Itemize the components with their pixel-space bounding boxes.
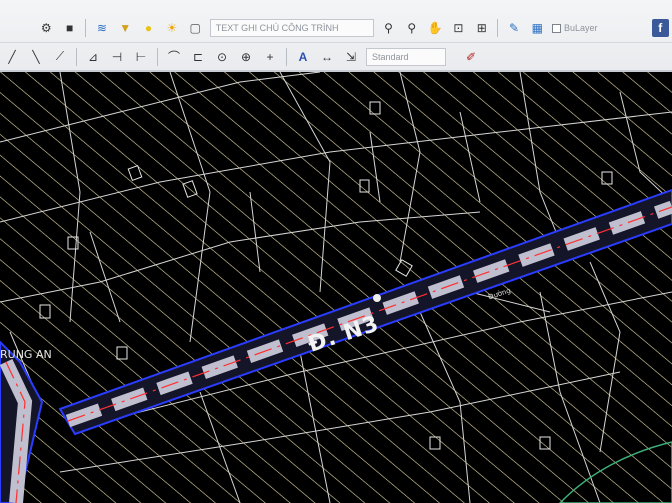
- road-marker-icon: [373, 294, 381, 302]
- layers-icon[interactable]: ≋: [93, 19, 110, 37]
- bylayer-label: BuLayer: [563, 23, 598, 33]
- checkbox-box[interactable]: [551, 23, 561, 33]
- pan-icon[interactable]: ✋: [426, 19, 443, 37]
- dim-style-value: Standard: [372, 51, 409, 62]
- hatch-fill: [0, 72, 672, 503]
- line-icon[interactable]: ╱: [3, 48, 21, 66]
- drawing-canvas[interactable]: Đ. N3 RUNG AN Đường: [0, 72, 672, 503]
- settings-icon[interactable]: ⚙: [38, 19, 55, 37]
- layer-state-icon[interactable]: ▦: [529, 19, 546, 37]
- polyline-icon[interactable]: ╲: [27, 48, 45, 66]
- toolbar-row-top: ⚙ ■ ≋ ▼ ● ☀ ▢ TEXT GHI CHÚ CÔNG TRÌNH ⚲ …: [0, 14, 672, 42]
- text-style-value: TEXT GHI CHÚ CÔNG TRÌNH: [215, 23, 339, 33]
- trim-icon[interactable]: ⊣: [108, 48, 126, 66]
- bylayer-checkbox[interactable]: BuLayer: [551, 23, 598, 33]
- facebook-icon[interactable]: f: [651, 19, 669, 37]
- text-icon[interactable]: A: [294, 48, 312, 66]
- lock-icon[interactable]: ▢: [186, 19, 203, 37]
- pencil-icon[interactable]: ✐: [462, 48, 480, 66]
- zoom-in-icon[interactable]: ⚲: [380, 19, 397, 37]
- dim-style-combo[interactable]: Standard: [366, 47, 446, 66]
- block-icon[interactable]: ■: [61, 19, 78, 37]
- street-name-label: RUNG AN: [0, 348, 52, 361]
- sun-icon[interactable]: ☀: [163, 19, 180, 37]
- cad-drawing[interactable]: [0, 72, 672, 503]
- cad-toolbar: ⚙ ■ ≋ ▼ ● ☀ ▢ TEXT GHI CHÚ CÔNG TRÌNH ⚲ …: [0, 0, 672, 72]
- toolbar-row-bottom: ╱ ╲ ⟋ ⊿ ⊣ ⊢ ⌒ ⊏ ⊙ ⊕ + A ↔ ⇲ Standard ✐: [0, 42, 672, 70]
- extend-icon[interactable]: ⊢: [132, 48, 150, 66]
- break-icon[interactable]: ⊏: [189, 48, 207, 66]
- move-icon[interactable]: ⊙: [213, 48, 231, 66]
- plus-icon[interactable]: +: [261, 48, 279, 66]
- paint-bucket-icon[interactable]: ▼: [117, 19, 134, 37]
- text-style-combo[interactable]: TEXT GHI CHÚ CÔNG TRÌNH: [209, 19, 374, 37]
- bulb-icon[interactable]: ●: [140, 19, 157, 37]
- match-properties-icon[interactable]: ✎: [505, 19, 522, 37]
- fillet-icon[interactable]: ⌒: [165, 48, 183, 66]
- toolbar-separator: [76, 47, 77, 66]
- offset-icon[interactable]: ⊿: [84, 48, 102, 66]
- toolbar-separator: [157, 47, 158, 66]
- measure-icon[interactable]: ⟋: [51, 48, 69, 66]
- zoom-extents-icon[interactable]: ⊞: [473, 19, 490, 37]
- toolbar-separator: [286, 47, 287, 66]
- zoom-out-icon[interactable]: ⚲: [403, 19, 420, 37]
- toolbar-separator: [497, 19, 499, 37]
- toolbar-separator: [85, 19, 87, 37]
- point-icon[interactable]: ⊕: [237, 48, 255, 66]
- dimension-icon[interactable]: ↔: [318, 48, 336, 66]
- zoom-window-icon[interactable]: ⊡: [450, 19, 467, 37]
- scale-icon[interactable]: ⇲: [342, 48, 360, 66]
